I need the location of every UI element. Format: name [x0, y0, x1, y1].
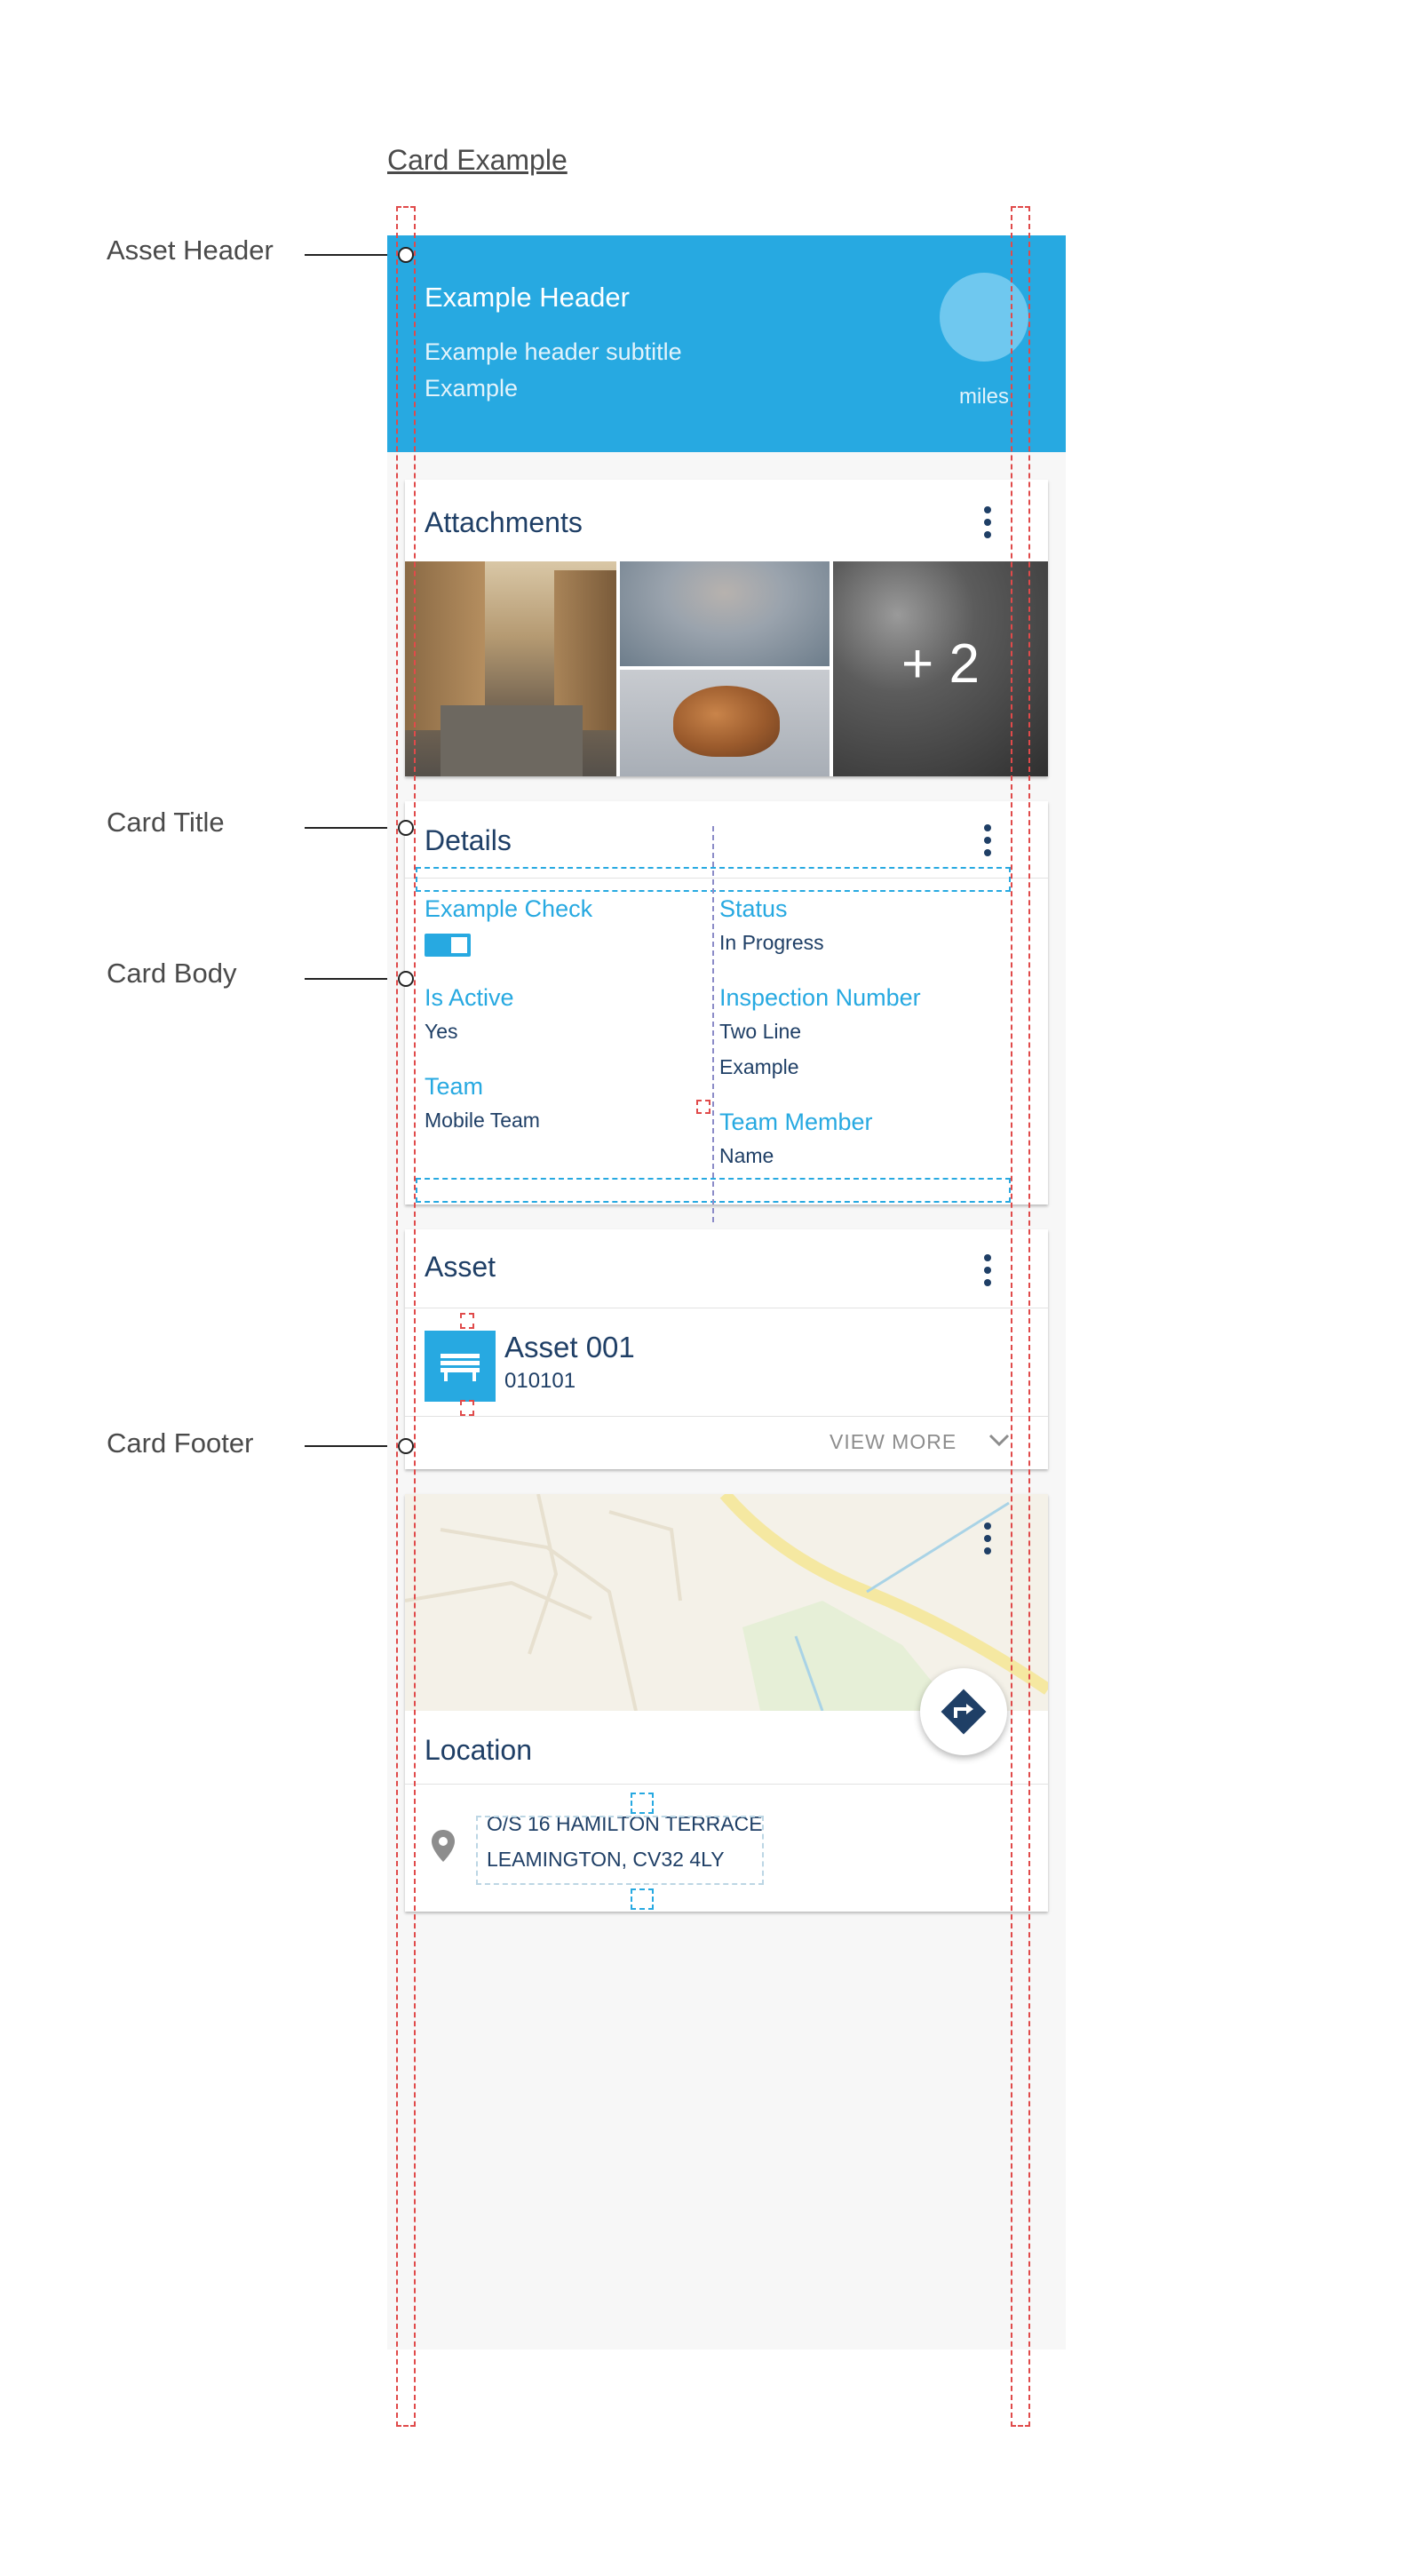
rocks-photo[interactable] — [620, 561, 830, 666]
asset-menu-icon[interactable] — [984, 1254, 991, 1286]
bench-icon — [425, 1331, 496, 1402]
address-block-guide — [476, 1816, 764, 1885]
map-pin-icon — [430, 1828, 456, 1868]
asset-header-title: Example Header — [425, 282, 630, 313]
annotation-card-title: Card Title — [107, 807, 225, 838]
attachments-card-title: Attachments — [425, 506, 583, 538]
annotation-dot-card-footer — [398, 1438, 414, 1454]
is-active-value: Yes — [425, 1020, 458, 1043]
team-member-value: Name — [719, 1144, 774, 1167]
left-margin-guide — [396, 206, 416, 2427]
annotation-dot-card-title — [398, 820, 414, 836]
directions-icon — [941, 1689, 987, 1735]
annotation-dot-asset-header — [398, 247, 414, 263]
spec-title: Card Example — [387, 144, 568, 176]
team-label: Team — [425, 1073, 484, 1100]
example-check-label: Example Check — [425, 895, 593, 922]
address-top-padding-guide — [631, 1793, 654, 1814]
asset-card-title: Asset — [425, 1251, 496, 1283]
example-check-toggle[interactable] — [425, 934, 471, 957]
asset-header-subtitle: Example header subtitle — [425, 338, 682, 365]
attachments-card: Attachments + 2 — [405, 480, 1048, 776]
annotation-card-body: Card Body — [107, 958, 237, 989]
annotation-card-footer: Card Footer — [107, 1427, 254, 1459]
team-value: Mobile Team — [425, 1109, 540, 1132]
view-more-button[interactable]: VIEW MORE — [830, 1430, 957, 1454]
asset-spacing-guide-bottom — [460, 1400, 474, 1416]
asset-spacing-guide-top — [460, 1313, 474, 1329]
address-bottom-padding-guide — [631, 1888, 654, 1910]
gutter-guide — [696, 1100, 710, 1114]
attachments-menu-icon[interactable] — [984, 506, 991, 538]
street-photo[interactable] — [405, 561, 616, 776]
status-value: In Progress — [719, 931, 824, 954]
asset-code: 010101 — [504, 1369, 576, 1393]
asset-header-subtitle-2: Example — [425, 375, 519, 402]
annotation-dot-card-body — [398, 971, 414, 987]
details-card-title: Details — [425, 824, 512, 856]
asset-divider-footer — [405, 1416, 1048, 1417]
is-active-label: Is Active — [425, 984, 514, 1011]
status-label: Status — [719, 895, 788, 922]
chevron-down-icon[interactable] — [988, 1432, 1011, 1452]
annotation-asset-header: Asset Header — [107, 235, 274, 266]
location-divider — [405, 1784, 1048, 1785]
asset-header: Example Header Example header subtitle E… — [387, 235, 1066, 452]
asset-card: Asset Asset 001 010101 VIEW MORE — [405, 1229, 1048, 1469]
inspection-number-value-line2: Example — [719, 1055, 799, 1078]
location-card-title: Location — [425, 1734, 532, 1766]
team-member-label: Team Member — [719, 1109, 873, 1135]
right-margin-guide — [1011, 206, 1030, 2427]
details-column-divider-guide — [712, 826, 714, 1222]
location-menu-icon[interactable] — [984, 1523, 991, 1554]
directions-button[interactable] — [920, 1668, 1007, 1755]
details-card: Details Example Check Status In Progress… — [405, 801, 1048, 1205]
asset-name[interactable]: Asset 001 — [504, 1331, 635, 1364]
inspection-number-value-line1: Two Line — [719, 1020, 802, 1043]
distance-unit: miles — [959, 385, 1010, 409]
inspection-number-label: Inspection Number — [719, 984, 921, 1011]
details-menu-icon[interactable] — [984, 824, 991, 856]
cat-photo[interactable] — [620, 670, 830, 776]
